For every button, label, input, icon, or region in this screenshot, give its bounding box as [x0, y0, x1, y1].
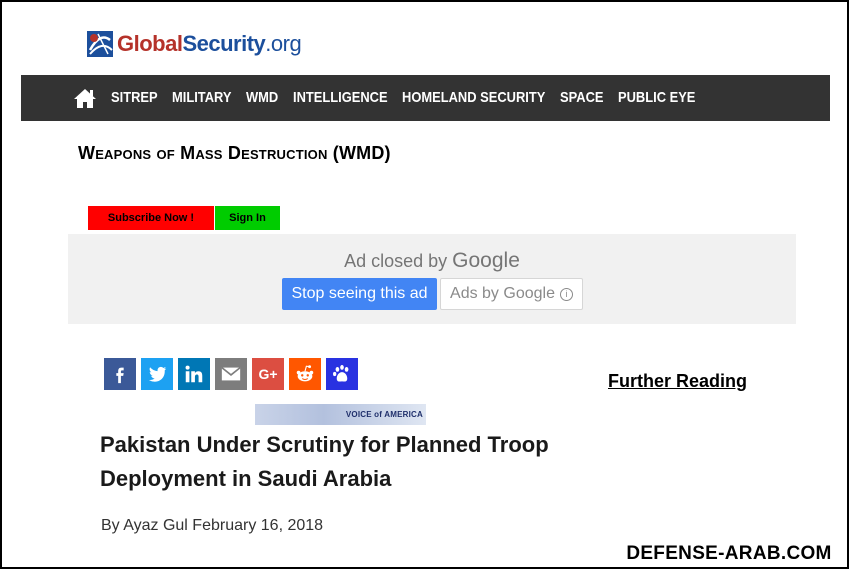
article-byline: By Ayaz Gul February 16, 2018	[101, 517, 324, 534]
section-title: Weapons of Mass Destruction (WMD)	[78, 143, 391, 163]
ads-by-google-button[interactable]: Ads by Google i	[440, 278, 583, 310]
main-nav: SITREP MILITARY WMD INTELLIGENCE HOMELAND SE…	[21, 75, 830, 121]
social-share-bar: G+	[104, 358, 358, 390]
nav-item-space[interactable]: SPACE	[560, 89, 603, 106]
info-icon: i	[559, 287, 573, 301]
further-reading-link[interactable]: Further Reading	[608, 371, 747, 392]
nav-item-homeland-security[interactable]: HOMELAND SECURITY	[402, 89, 545, 106]
twitter-icon[interactable]	[141, 358, 173, 390]
logo-text: GlobalSecurity.org	[117, 31, 302, 56]
baidu-icon[interactable]	[326, 358, 358, 390]
ad-closed-label: Ad closed by Google	[344, 249, 520, 272]
home-icon[interactable]	[73, 87, 97, 109]
voa-banner: VOICE of AMERICA	[255, 404, 426, 425]
email-icon[interactable]	[215, 358, 247, 390]
nav-item-wmd[interactable]: WMD	[246, 89, 278, 106]
reddit-icon[interactable]	[289, 358, 321, 390]
nav-item-intelligence[interactable]: INTELLIGENCE	[293, 89, 388, 106]
page-frame: GlobalSecurity.org SITREP MILITARY WMD INTE…	[0, 0, 849, 569]
subscribe-button[interactable]: Subscribe Now !	[88, 206, 214, 230]
nav-item-military[interactable]: MILITARY	[172, 89, 231, 106]
facebook-icon[interactable]	[104, 358, 136, 390]
globe-logo-icon	[87, 31, 113, 57]
ads-by-google-label: Ads by Google	[450, 285, 555, 302]
google-plus-icon[interactable]: G+	[252, 358, 284, 390]
watermark: DEFENSE-ARAB.COM	[611, 540, 847, 567]
voa-label: VOICE of AMERICA	[345, 410, 423, 419]
nav-item-public-eye[interactable]: PUBLIC EYE	[618, 89, 695, 106]
article-headline: Pakistan Under Scrutiny for Planned Troo…	[100, 432, 549, 491]
google-plus-label: G+	[258, 366, 278, 382]
nav-item-sitrep[interactable]: SITREP	[111, 89, 158, 106]
linkedin-icon[interactable]	[178, 358, 210, 390]
ad-closed-panel: Ad closed by Google Stop seeing this ad …	[68, 234, 796, 324]
site-logo[interactable]: GlobalSecurity.org	[86, 28, 302, 60]
stop-seeing-ad-button[interactable]: Stop seeing this ad	[282, 278, 437, 310]
sign-in-button[interactable]: Sign In	[215, 206, 280, 230]
